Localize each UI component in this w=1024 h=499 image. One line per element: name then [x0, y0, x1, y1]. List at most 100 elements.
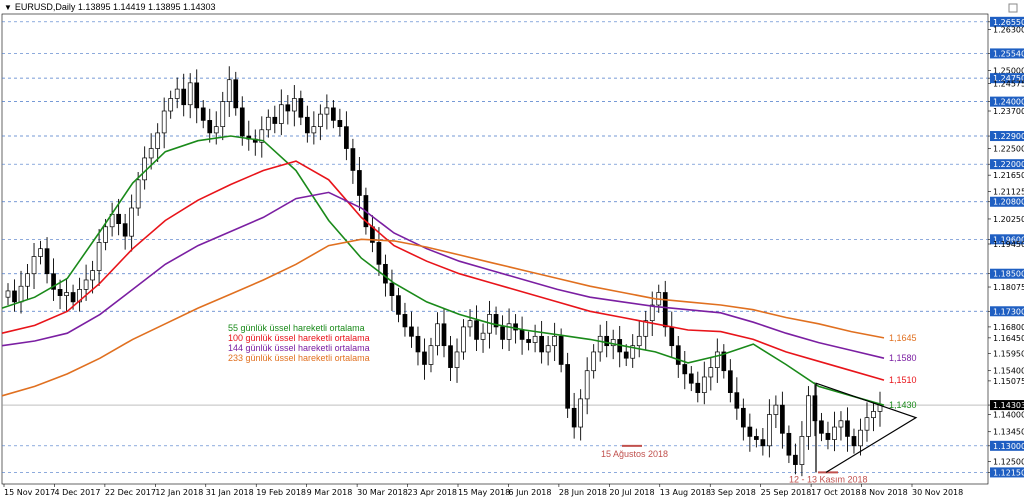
y-tick-label: 1.15075 — [993, 377, 1024, 386]
candle-body — [786, 432, 792, 456]
y-tick-label: 1.23700 — [993, 107, 1024, 116]
candle-body — [278, 104, 284, 124]
y-tick-label: 1.16800 — [993, 323, 1024, 332]
candle-body — [727, 370, 733, 393]
x-tick-label: 30 Nov 2018 — [912, 488, 963, 497]
y-tick-label: 1.17300 — [993, 307, 1024, 316]
candle-body — [474, 320, 479, 340]
candle-body — [740, 407, 746, 428]
plot-area — [1, 13, 989, 485]
candle-body — [734, 392, 740, 409]
candle-body — [838, 420, 844, 428]
candle-body — [662, 292, 668, 328]
candle-body — [767, 414, 772, 447]
candle-body — [519, 329, 525, 340]
candle-body — [708, 367, 714, 378]
candle-body — [129, 207, 134, 237]
candle-body — [428, 345, 434, 365]
candle-body — [187, 82, 193, 106]
candle-body — [701, 376, 707, 393]
candle-body — [565, 364, 570, 409]
y-tick-label: 1.16450 — [993, 334, 1024, 343]
candle-body — [539, 335, 544, 353]
candle-body — [623, 351, 629, 359]
y-tick-label: 1.20800 — [993, 198, 1024, 207]
candle-body — [96, 242, 102, 271]
candle-body — [636, 335, 642, 347]
candle-body — [350, 148, 356, 171]
candle-body — [864, 417, 870, 431]
candle-body — [845, 420, 850, 437]
candle-body — [409, 326, 414, 337]
ema-end-label: 1,1510 — [889, 375, 917, 385]
candle-body — [441, 323, 447, 347]
candle-body — [422, 351, 427, 365]
y-tick-label: 1.14000 — [993, 411, 1024, 420]
candle-body — [161, 110, 167, 134]
y-tick-label: 1.12500 — [993, 457, 1024, 466]
candle-body — [376, 242, 382, 265]
candle-body — [298, 98, 304, 118]
y-tick-label: 1.14303 — [993, 401, 1024, 410]
candle-body — [90, 270, 95, 281]
candle-body — [18, 285, 24, 303]
y-tick-label: 1.26300 — [993, 26, 1024, 35]
x-tick-label: 30 Mar 2018 — [357, 488, 408, 497]
candle-body — [64, 292, 69, 296]
candle-body — [467, 320, 473, 328]
candle-body — [168, 98, 174, 112]
y-tick-label: 1.18500 — [993, 270, 1024, 279]
candle-body — [311, 126, 317, 134]
candle-body — [220, 101, 226, 127]
annotation-label: 12 - 13 Kasım 2018 — [789, 474, 868, 484]
candle-body — [122, 223, 128, 237]
y-tick-label: 1.19450 — [993, 240, 1024, 249]
x-tick-label: 9 Mar 2018 — [307, 488, 353, 497]
candle-body — [780, 404, 785, 434]
candle-body — [558, 335, 564, 365]
candle-body — [337, 120, 343, 127]
candle-body — [200, 107, 206, 121]
candle-body — [415, 335, 421, 353]
candle-body — [552, 335, 557, 347]
candle-body — [604, 335, 610, 347]
legend-entry: 144 günlük üssel hareketli ortalama — [228, 343, 370, 353]
x-tick-label: 13 Aug 2018 — [660, 488, 711, 497]
x-tick-label: 15 Nov 2017 — [4, 488, 55, 497]
candle-body — [344, 126, 349, 149]
candle-body — [532, 335, 538, 343]
chart-window: ▼ EURUSD,Daily 1.13895 1.14419 1.13895 1.… — [0, 0, 1024, 499]
y-tick-label: 1.20250 — [993, 215, 1024, 224]
x-tick-label: 31 Jan 2018 — [206, 488, 254, 497]
y-tick-label: 1.24000 — [993, 98, 1024, 107]
y-tick-label: 1.22900 — [993, 132, 1024, 141]
x-tick-label: 19 Feb 2018 — [256, 488, 306, 497]
y-tick-label: 1.13000 — [993, 442, 1024, 451]
candle-body — [714, 351, 720, 368]
x-tick-label: 6 Jun 2018 — [508, 488, 551, 497]
candle-body — [142, 157, 148, 181]
candle-body — [103, 226, 108, 243]
candle-body — [793, 454, 798, 465]
y-tick-label: 1.21650 — [993, 171, 1024, 180]
candle-body — [448, 345, 453, 368]
candle-body — [207, 120, 213, 134]
candle-body — [571, 407, 577, 428]
candle-body — [825, 432, 831, 440]
candle-body — [688, 373, 694, 384]
candle-body — [226, 79, 232, 102]
y-tick-label: 1.12150 — [993, 468, 1024, 477]
candle-body — [396, 295, 401, 315]
legend-entry: 233 günlük üssel hareketli ortalama — [228, 353, 370, 363]
candle-body — [500, 326, 505, 340]
y-tick-label: 1.21125 — [993, 188, 1024, 197]
candle-body — [357, 170, 362, 196]
candle-body — [155, 132, 161, 149]
candle-body — [233, 79, 239, 109]
candle-body — [545, 345, 551, 353]
candle-body — [584, 370, 590, 400]
x-tick-label: 22 Dec 2017 — [105, 488, 156, 497]
candle-body — [454, 351, 460, 368]
candle-body — [174, 88, 180, 99]
candle-body — [649, 304, 655, 322]
